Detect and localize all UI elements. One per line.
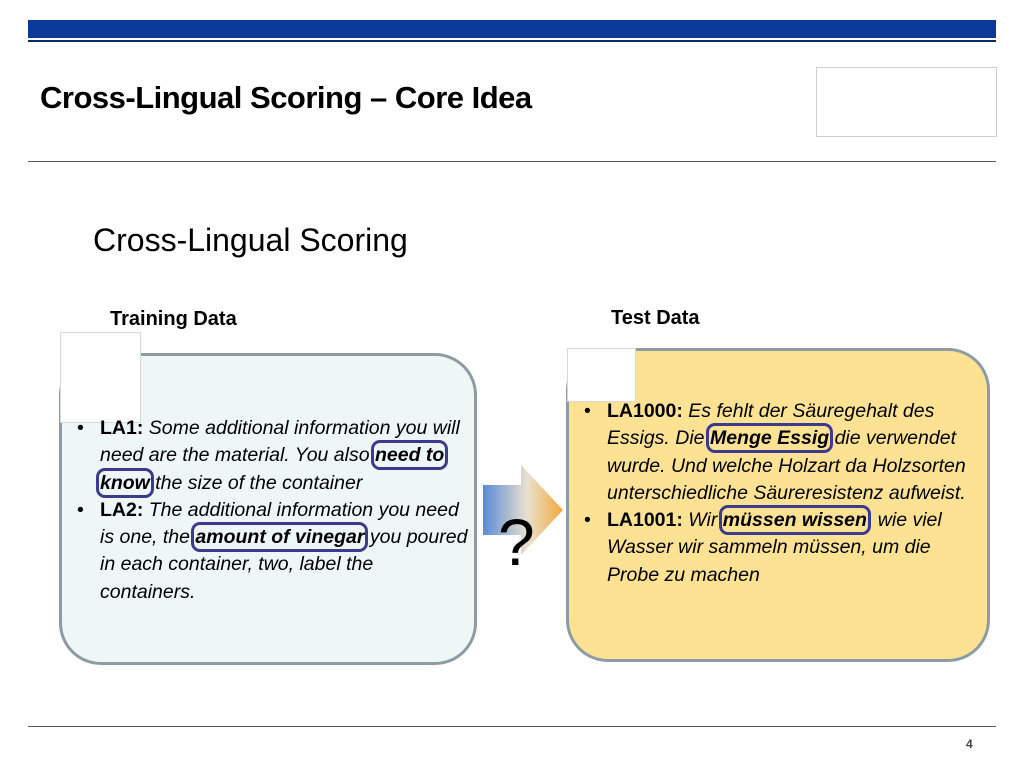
test-heading: Test Data xyxy=(611,307,700,329)
question-mark: ? xyxy=(498,505,535,579)
title-divider xyxy=(28,161,996,162)
answer-label: LA1000: xyxy=(607,400,683,422)
answer-label: LA2: xyxy=(100,498,144,521)
answer-text: the size of the container xyxy=(149,471,363,494)
page-number: 4 xyxy=(966,737,973,751)
answer-text: Wir xyxy=(688,509,723,532)
highlight-phrase: Menge Essig xyxy=(705,423,834,454)
footer-divider xyxy=(28,726,996,727)
list-item: LA2: The additional information you need… xyxy=(73,497,473,606)
logo-placeholder xyxy=(816,67,997,137)
training-list: LA1: Some additional information you wil… xyxy=(73,415,473,606)
highlight-phrase: müssen wissen xyxy=(718,505,871,536)
list-item: LA1001: Wir müssen wissen, wie viel Wass… xyxy=(580,505,980,589)
flag-image-placeholder xyxy=(60,332,141,423)
answer-label: LA1001: xyxy=(607,509,683,532)
slide-title: Cross-Lingual Scoring – Core Idea xyxy=(40,80,532,115)
highlight-phrase: amount of vinegar xyxy=(191,522,369,553)
header-line xyxy=(28,40,996,42)
list-item: LA1000: Es fehlt der Säuregehalt des Ess… xyxy=(580,398,980,507)
slide-subtitle: Cross-Lingual Scoring xyxy=(93,222,408,258)
list-item: LA1: Some additional information you wil… xyxy=(73,415,473,498)
training-heading: Training Data xyxy=(110,308,237,330)
header-bar xyxy=(28,20,996,38)
test-list: LA1000: Es fehlt der Säuregehalt des Ess… xyxy=(580,398,980,589)
answer-label: LA1: xyxy=(100,417,144,439)
flag-image-placeholder xyxy=(567,348,636,402)
